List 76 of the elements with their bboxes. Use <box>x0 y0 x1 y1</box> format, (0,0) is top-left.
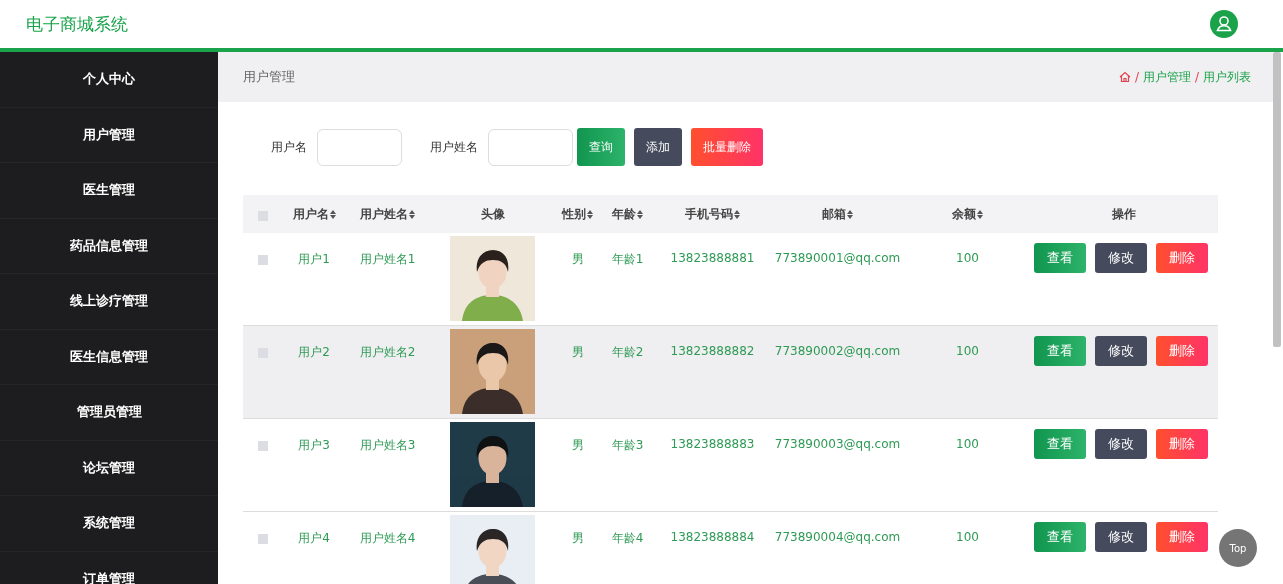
field-label: 用户姓名 <box>430 138 478 156</box>
table-cell: 用户1 <box>298 251 330 268</box>
table-row[interactable]: 用户3 用户姓名3 男 年龄3 13823888883 773890003@qq.com 100 查看 修改 删除 <box>243 419 1218 512</box>
column-header[interactable]: 头像 <box>480 205 505 223</box>
home-icon[interactable] <box>1118 71 1131 83</box>
sidebar-item[interactable]: 论坛管理 <box>0 440 218 496</box>
table-cell: 男 <box>571 344 584 361</box>
sidebar-item[interactable]: 医生信息管理 <box>0 329 218 385</box>
column-header[interactable]: 余额 <box>952 205 983 223</box>
sidebar-item[interactable]: 订单管理 <box>0 551 218 584</box>
sidebar-item[interactable]: 用户管理 <box>0 107 218 163</box>
table-cell: 年龄4 <box>611 530 644 547</box>
column-header[interactable]: 手机号码 <box>685 205 740 223</box>
scrollbar[interactable] <box>1273 52 1281 347</box>
sort-icon[interactable] <box>587 209 593 219</box>
table-cell: 用户2 <box>298 344 330 361</box>
table-cell: 男 <box>571 251 584 268</box>
sort-icon[interactable] <box>977 209 983 219</box>
field-label: 用户名 <box>271 138 307 156</box>
table-cell: 用户姓名1 <box>359 251 416 268</box>
sidebar-item[interactable]: 线上诊疗管理 <box>0 274 218 330</box>
table-cell: 年龄2 <box>611 344 644 361</box>
table-cell: 773890002@qq.com <box>774 344 901 358</box>
table-cell: 773890004@qq.com <box>774 530 901 544</box>
column-header[interactable]: 邮箱 <box>822 205 853 223</box>
table-row[interactable]: 用户1 用户姓名1 男 年龄1 13823888881 773890001@qq.com 100 查看 修改 删除 <box>243 233 1218 326</box>
row-action-button[interactable]: 修改 <box>1095 336 1147 366</box>
row-action-button[interactable]: 修改 <box>1095 522 1147 552</box>
row-action-button[interactable]: 修改 <box>1095 243 1147 273</box>
sidebar-item[interactable]: 管理员管理 <box>0 385 218 441</box>
row-action-button[interactable]: 修改 <box>1095 429 1147 459</box>
table-cell: 773890003@qq.com <box>774 437 901 451</box>
table-cell: 年龄3 <box>611 437 644 454</box>
sort-icon[interactable] <box>637 209 643 219</box>
table-cell: 13823888882 <box>670 344 755 358</box>
sort-icon[interactable] <box>329 209 336 219</box>
table-cell: 100 <box>956 530 979 544</box>
breadcrumb-separator: / <box>1194 70 1199 84</box>
table-cell: 用户姓名4 <box>359 530 416 547</box>
column-header[interactable]: 用户名 <box>292 205 336 223</box>
input-field[interactable] <box>317 128 402 166</box>
page-title: 用户管理 <box>243 68 295 86</box>
table-cell: 用户3 <box>298 437 330 454</box>
toolbar-button[interactable]: 添加 <box>634 128 682 166</box>
table-cell: 100 <box>956 251 979 265</box>
row-checkbox[interactable] <box>258 441 268 451</box>
row-checkbox[interactable] <box>258 534 268 544</box>
table-cell: 13823888883 <box>670 437 755 451</box>
sort-icon[interactable] <box>409 209 415 219</box>
table-cell: 100 <box>956 437 979 451</box>
app-title: 电子商城系统 <box>26 12 128 36</box>
column-header[interactable]: 性别 <box>562 205 593 223</box>
back-to-top-button[interactable]: Top <box>1219 529 1257 567</box>
sidebar-item[interactable]: 医生管理 <box>0 163 218 219</box>
sort-icon[interactable] <box>847 209 853 219</box>
table-cell: 年龄1 <box>611 251 644 268</box>
table-cell: 用户姓名3 <box>359 437 416 454</box>
table-cell: 100 <box>956 344 979 358</box>
breadcrumb-separator: / <box>1134 70 1139 84</box>
column-header[interactable]: 用户姓名 <box>360 205 415 223</box>
table-row[interactable]: 用户2 用户姓名2 男 年龄2 13823888882 773890002@qq.com 100 查看 修改 删除 <box>243 326 1218 419</box>
sidebar-item[interactable]: 药品信息管理 <box>0 218 218 274</box>
table-cell: 13823888881 <box>670 251 755 265</box>
table-cell: 773890001@qq.com <box>774 251 901 265</box>
table-cell: 用户姓名2 <box>359 344 416 361</box>
table-cell: 13823888884 <box>670 530 755 544</box>
column-header[interactable]: 年龄 <box>612 205 643 223</box>
row-checkbox[interactable] <box>258 255 268 265</box>
sort-icon[interactable] <box>734 209 740 219</box>
column-header[interactable]: 操作 <box>1112 205 1136 223</box>
user-avatar-icon[interactable] <box>1210 10 1238 38</box>
table-cell: 男 <box>571 437 584 454</box>
table-cell: 男 <box>571 530 584 547</box>
sidebar-item[interactable]: 系统管理 <box>0 496 218 552</box>
table-cell: 用户4 <box>298 530 330 547</box>
input-field[interactable] <box>488 128 573 166</box>
